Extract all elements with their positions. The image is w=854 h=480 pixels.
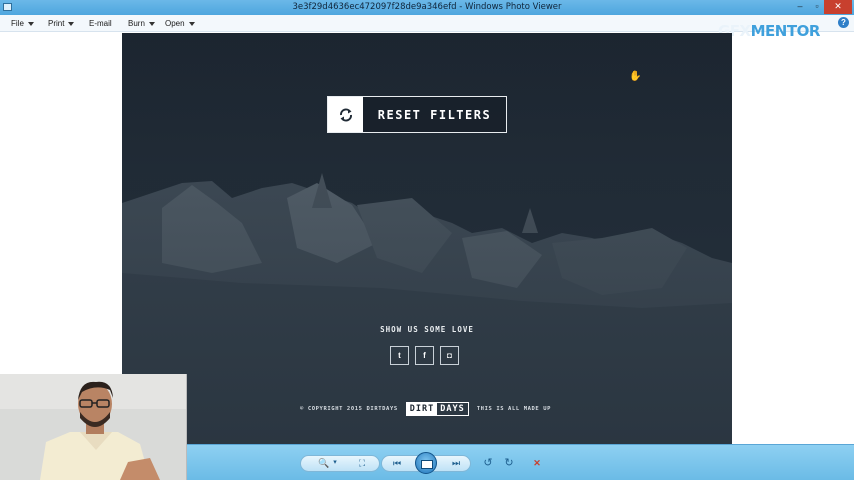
previous-icon: ⏮	[392, 458, 402, 468]
reset-filters-button[interactable]: RESET FILTERS	[327, 96, 507, 133]
delete-icon: ✕	[533, 458, 541, 468]
menu-file[interactable]: File	[11, 19, 34, 28]
rotate-counterclockwise-button[interactable]: ↺	[481, 457, 495, 469]
rotate-clockwise-button[interactable]: ↻	[502, 457, 516, 469]
menu-burn[interactable]: Burn	[128, 19, 155, 28]
instagram-icon: ◘	[447, 351, 452, 360]
rocky-landscape-background	[122, 33, 732, 444]
chevron-down-icon	[68, 21, 75, 26]
menu-burn-label: Burn	[128, 19, 145, 28]
menu-print[interactable]: Print	[48, 19, 75, 28]
social-links: t f ◘	[390, 346, 459, 365]
facebook-button[interactable]: f	[415, 346, 434, 365]
previous-button[interactable]: ⏮	[390, 457, 404, 469]
reset-filters-label: RESET FILTERS	[377, 107, 492, 122]
zoom-button[interactable]: 🔍	[317, 457, 331, 469]
facebook-icon: f	[423, 351, 426, 360]
rotate-cw-icon: ↻	[504, 457, 514, 469]
webcam-overlay	[0, 374, 187, 480]
fit-window-icon: ⛶	[358, 458, 366, 468]
instagram-button[interactable]: ◘	[440, 346, 459, 365]
menu-open[interactable]: Open	[165, 19, 195, 28]
rotate-ccw-icon: ↺	[483, 457, 493, 469]
menu-file-label: File	[11, 19, 24, 28]
actual-size-button[interactable]: ⛶	[355, 457, 369, 469]
close-button[interactable]: ✕	[824, 0, 852, 14]
show-love-heading: SHOW US SOME LOVE	[380, 325, 474, 334]
menu-email-label: E-mail	[89, 19, 112, 28]
refresh-icon	[328, 97, 363, 132]
chevron-down-icon	[27, 21, 34, 26]
chevron-down-icon	[148, 21, 155, 26]
brand-dirt: DIRT	[406, 403, 438, 415]
tagline-text: THIS IS ALL MADE UP	[476, 406, 552, 412]
next-button[interactable]: ⏭	[449, 457, 463, 469]
delete-button[interactable]: ✕	[530, 457, 544, 469]
gfx-mentor-watermark: GFXMENTOR	[718, 22, 820, 40]
copyright-text: © COPYRIGHT 2015 DIRTDAYS	[300, 406, 398, 412]
twitter-icon: t	[398, 351, 401, 360]
help-button[interactable]: ?	[838, 17, 849, 28]
presenter-video-image	[0, 374, 186, 480]
slideshow-button[interactable]	[415, 452, 437, 474]
magnifier-icon: 🔍	[318, 458, 330, 468]
window-title: 3e3f29d4636ec472097f28de9a346efd - Windo…	[292, 2, 562, 12]
photo-display: RESET FILTERS ✋ SHOW US SOME LOVE t f ◘ …	[122, 33, 732, 444]
brand-days: DAYS	[440, 404, 465, 414]
menu-open-label: Open	[165, 19, 185, 28]
photo-footer: © COPYRIGHT 2015 DIRTDAYS DIRT DAYS THIS…	[300, 402, 551, 416]
menu-print-label: Print	[48, 19, 65, 28]
next-icon: ⏭	[451, 458, 461, 468]
hand-cursor-icon: ✋	[629, 71, 642, 82]
watermark-part2: MENTOR	[750, 22, 821, 40]
viewer-toolbar: 🔍 ▾ ⛶ ⏮ ⏭ ↺ ↻ ✕	[187, 444, 854, 480]
zoom-dropdown[interactable]: ▾	[331, 457, 339, 469]
chevron-down-icon	[188, 21, 195, 26]
twitter-button[interactable]: t	[390, 346, 409, 365]
chevron-down-icon: ▾	[333, 459, 337, 466]
dirtdays-logo: DIRT DAYS	[405, 402, 469, 416]
menu-email[interactable]: E-mail	[89, 19, 112, 28]
window-titlebar: 3e3f29d4636ec472097f28de9a346efd - Windo…	[0, 0, 854, 15]
